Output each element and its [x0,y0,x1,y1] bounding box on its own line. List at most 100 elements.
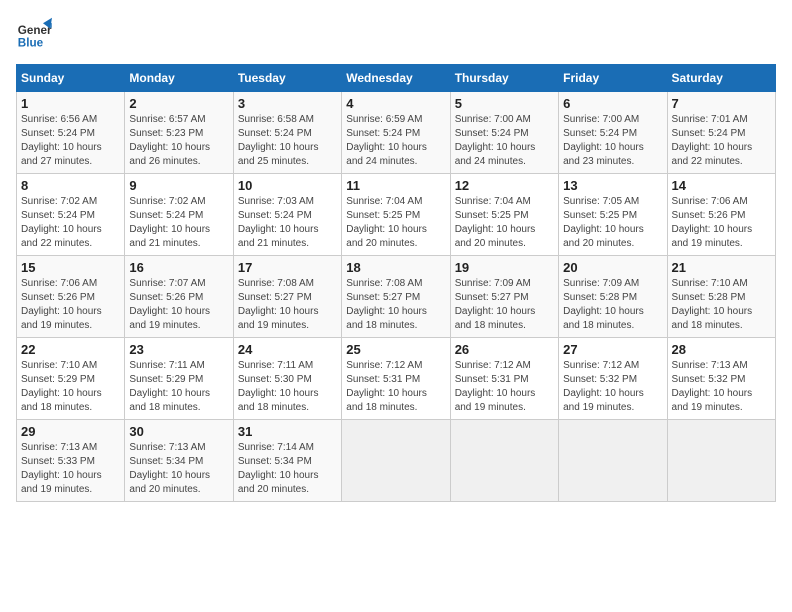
day-number: 13 [563,178,662,193]
calendar-cell: 19 Sunrise: 7:09 AM Sunset: 5:27 PM Dayli… [450,256,558,338]
calendar-cell: 18Sunrise: 7:08 AM Sunset: 5:27 PM Dayli… [342,256,450,338]
day-number: 17 [238,260,337,275]
calendar-cell: 10 Sunrise: 7:03 AM Sunset: 5:24 PM Dayli… [233,174,341,256]
day-info: Sunrise: 7:06 AM Sunset: 5:26 PM Dayligh… [21,277,120,333]
day-number: 14 [672,178,771,193]
calendar-week-row: 22 Sunrise: 7:10 AM Sunset: 5:29 PM Dayli… [17,338,776,420]
calendar-table: SundayMondayTuesdayWednesdayThursdayFrid… [16,64,776,502]
calendar-cell [450,420,558,502]
weekday-header-thursday: Thursday [450,65,558,92]
calendar-cell: 6 Sunrise: 7:00 AM Sunset: 5:24 PM Daylig… [559,92,667,174]
calendar-cell: 22 Sunrise: 7:10 AM Sunset: 5:29 PM Dayli… [17,338,125,420]
day-info: Sunrise: 7:04 AM Sunset: 5:25 PM Dayligh… [455,195,554,251]
calendar-cell: 17 Sunrise: 7:08 AM Sunset: 5:27 PM Dayli… [233,256,341,338]
day-info: Sunrise: 7:12 AM Sunset: 5:32 PM Dayligh… [563,359,662,415]
calendar-cell [342,420,450,502]
day-info: Sunrise: 7:13 AM Sunset: 5:33 PM Dayligh… [21,441,120,497]
weekday-header-friday: Friday [559,65,667,92]
weekday-header-tuesday: Tuesday [233,65,341,92]
calendar-cell: 20Sunrise: 7:09 AM Sunset: 5:28 PM Dayli… [559,256,667,338]
day-number: 3 [238,96,337,111]
logo: General Blue [16,16,58,52]
calendar-cell: 11 Sunrise: 7:04 AM Sunset: 5:25 PM Dayli… [342,174,450,256]
day-info: Sunrise: 7:10 AM Sunset: 5:28 PM Dayligh… [672,277,771,333]
page-header: General Blue [16,16,776,52]
day-number: 12 [455,178,554,193]
weekday-header-monday: Monday [125,65,233,92]
day-info: Sunrise: 7:03 AM Sunset: 5:24 PM Dayligh… [238,195,337,251]
calendar-cell: 16 Sunrise: 7:07 AM Sunset: 5:26 PM Dayli… [125,256,233,338]
calendar-cell: 9 Sunrise: 7:02 AM Sunset: 5:24 PM Daylig… [125,174,233,256]
day-info: Sunrise: 7:06 AM Sunset: 5:26 PM Dayligh… [672,195,771,251]
weekday-header-row: SundayMondayTuesdayWednesdayThursdayFrid… [17,65,776,92]
day-number: 18 [346,260,445,275]
calendar-cell: 7 Sunrise: 7:01 AM Sunset: 5:24 PM Daylig… [667,92,775,174]
calendar-cell: 15 Sunrise: 7:06 AM Sunset: 5:26 PM Dayli… [17,256,125,338]
calendar-cell: 12 Sunrise: 7:04 AM Sunset: 5:25 PM Dayli… [450,174,558,256]
calendar-cell: 30Sunrise: 7:13 AM Sunset: 5:34 PM Dayli… [125,420,233,502]
day-number: 20 [563,260,662,275]
day-number: 8 [21,178,120,193]
day-info: Sunrise: 6:57 AM Sunset: 5:23 PM Dayligh… [129,113,228,169]
calendar-week-row: 29Sunrise: 7:13 AM Sunset: 5:33 PM Dayli… [17,420,776,502]
day-info: Sunrise: 7:02 AM Sunset: 5:24 PM Dayligh… [129,195,228,251]
day-number: 6 [563,96,662,111]
day-info: Sunrise: 7:12 AM Sunset: 5:31 PM Dayligh… [455,359,554,415]
calendar-cell: 8 Sunrise: 7:02 AM Sunset: 5:24 PM Daylig… [17,174,125,256]
day-info: Sunrise: 6:58 AM Sunset: 5:24 PM Dayligh… [238,113,337,169]
day-number: 15 [21,260,120,275]
day-info: Sunrise: 7:08 AM Sunset: 5:27 PM Dayligh… [238,277,337,333]
day-info: Sunrise: 7:02 AM Sunset: 5:24 PM Dayligh… [21,195,120,251]
calendar-cell [559,420,667,502]
day-info: Sunrise: 6:56 AM Sunset: 5:24 PM Dayligh… [21,113,120,169]
day-info: Sunrise: 7:01 AM Sunset: 5:24 PM Dayligh… [672,113,771,169]
calendar-cell: 27 Sunrise: 7:12 AM Sunset: 5:32 PM Dayli… [559,338,667,420]
calendar-cell: 25 Sunrise: 7:12 AM Sunset: 5:31 PM Dayli… [342,338,450,420]
day-number: 27 [563,342,662,357]
day-number: 31 [238,424,337,439]
day-info: Sunrise: 7:10 AM Sunset: 5:29 PM Dayligh… [21,359,120,415]
day-info: Sunrise: 7:07 AM Sunset: 5:26 PM Dayligh… [129,277,228,333]
weekday-header-sunday: Sunday [17,65,125,92]
day-info: Sunrise: 7:11 AM Sunset: 5:30 PM Dayligh… [238,359,337,415]
calendar-cell: 24Sunrise: 7:11 AM Sunset: 5:30 PM Dayli… [233,338,341,420]
day-info: Sunrise: 7:04 AM Sunset: 5:25 PM Dayligh… [346,195,445,251]
calendar-cell: 29Sunrise: 7:13 AM Sunset: 5:33 PM Dayli… [17,420,125,502]
day-number: 16 [129,260,228,275]
day-info: Sunrise: 7:11 AM Sunset: 5:29 PM Dayligh… [129,359,228,415]
day-number: 25 [346,342,445,357]
calendar-cell: 13Sunrise: 7:05 AM Sunset: 5:25 PM Dayli… [559,174,667,256]
day-number: 10 [238,178,337,193]
day-info: Sunrise: 6:59 AM Sunset: 5:24 PM Dayligh… [346,113,445,169]
calendar-cell: 3 Sunrise: 6:58 AM Sunset: 5:24 PM Daylig… [233,92,341,174]
calendar-cell: 2Sunrise: 6:57 AM Sunset: 5:23 PM Daylig… [125,92,233,174]
calendar-cell: 1 Sunrise: 6:56 AM Sunset: 5:24 PM Daylig… [17,92,125,174]
calendar-week-row: 8 Sunrise: 7:02 AM Sunset: 5:24 PM Daylig… [17,174,776,256]
calendar-cell: 26Sunrise: 7:12 AM Sunset: 5:31 PM Dayli… [450,338,558,420]
svg-text:Blue: Blue [18,37,44,50]
day-info: Sunrise: 7:13 AM Sunset: 5:34 PM Dayligh… [129,441,228,497]
calendar-cell: 23Sunrise: 7:11 AM Sunset: 5:29 PM Dayli… [125,338,233,420]
day-number: 4 [346,96,445,111]
calendar-cell [667,420,775,502]
day-number: 22 [21,342,120,357]
day-info: Sunrise: 7:00 AM Sunset: 5:24 PM Dayligh… [455,113,554,169]
day-number: 28 [672,342,771,357]
day-number: 11 [346,178,445,193]
calendar-cell: 21Sunrise: 7:10 AM Sunset: 5:28 PM Dayli… [667,256,775,338]
calendar-week-row: 1 Sunrise: 6:56 AM Sunset: 5:24 PM Daylig… [17,92,776,174]
day-number: 19 [455,260,554,275]
day-info: Sunrise: 7:12 AM Sunset: 5:31 PM Dayligh… [346,359,445,415]
calendar-cell: 28Sunrise: 7:13 AM Sunset: 5:32 PM Dayli… [667,338,775,420]
weekday-header-wednesday: Wednesday [342,65,450,92]
day-info: Sunrise: 7:14 AM Sunset: 5:34 PM Dayligh… [238,441,337,497]
day-number: 7 [672,96,771,111]
calendar-week-row: 15 Sunrise: 7:06 AM Sunset: 5:26 PM Dayli… [17,256,776,338]
day-number: 1 [21,96,120,111]
day-number: 9 [129,178,228,193]
calendar-cell: 4 Sunrise: 6:59 AM Sunset: 5:24 PM Daylig… [342,92,450,174]
day-info: Sunrise: 7:00 AM Sunset: 5:24 PM Dayligh… [563,113,662,169]
logo-icon: General Blue [16,16,52,52]
day-info: Sunrise: 7:09 AM Sunset: 5:27 PM Dayligh… [455,277,554,333]
calendar-cell: 14 Sunrise: 7:06 AM Sunset: 5:26 PM Dayli… [667,174,775,256]
